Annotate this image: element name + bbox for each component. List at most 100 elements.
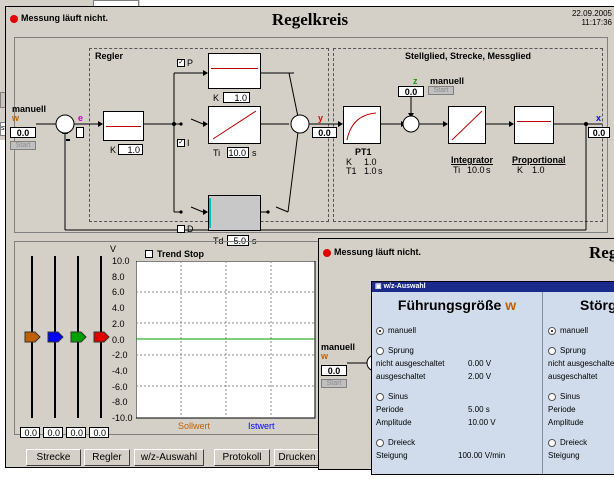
manuell-radio[interactable] [376,326,384,335]
col2-manuell-option[interactable]: manuell [548,324,614,337]
drucken-button[interactable]: Drucken [274,449,320,466]
y-symbol: y [318,113,324,123]
col1-heading: Führungsgröße [397,297,502,313]
slider-value-field[interactable]: 0.0 [89,427,109,438]
regler-k-field[interactable]: 1.0 [118,144,143,155]
p-checkbox[interactable]: ✓ [177,59,185,67]
wz-dialog-icon: ▣ [375,283,382,290]
col2-periode-row: Periode [548,405,576,414]
y-tick-label: 10.0 [112,256,130,266]
slider-value-field[interactable]: 0.0 [66,427,86,438]
p-k-field[interactable]: 1.0 [223,92,250,103]
i-block-graph [212,110,257,140]
e-value-field [76,127,84,138]
col2-manuell-radio[interactable] [548,326,556,335]
integrator-ti-value[interactable]: 10.0 [467,165,485,175]
col2-sinus-option[interactable]: Sinus [548,390,614,403]
col2-sinus-radio[interactable] [548,392,556,401]
z-input-mode-label: manuell [430,76,465,86]
proportional-k-value[interactable]: 1.0 [532,165,545,175]
i-ti-label: Ti [213,148,221,158]
col2: manuell Sprung nicht ausgeschalte ausges… [548,324,614,484]
proportional-block[interactable] [514,106,554,144]
y-tick-label: -10.0 [112,413,133,423]
trend-plot [136,261,316,419]
x-value-field: 0.0 [588,127,610,138]
regler-k-label: K [110,145,117,155]
sprung-nicht-value[interactable]: 0.00 V [468,357,491,370]
col2-dreieck-radio[interactable] [548,438,556,447]
y-value-field: 0.0 [312,127,337,138]
proportional-name: Proportional [512,155,566,165]
trend-stop-checkbox[interactable] [145,250,153,258]
col2-dreieck-option[interactable]: Dreieck [548,436,614,449]
v-axis-label: V [110,244,117,254]
integrator-ti-unit: s [486,165,491,175]
y-tick-label: 0.0 [112,334,125,345]
sprung-aus-row: ausgeschaltet 2.00 V [376,370,492,383]
col1: manuell Sprung nicht ausgeschaltet 0.00 V… [376,324,536,484]
i-block[interactable] [208,106,261,144]
slider-thumb[interactable] [24,331,41,343]
col2-nicht-row: nicht ausgeschalte [548,359,614,368]
regler-button[interactable]: Regler [84,449,130,466]
i-ti-field[interactable]: 10.0 [227,147,249,158]
wz-auswahl-button[interactable]: w/z-Auswahl [134,449,204,466]
integrator-name: Integrator [451,155,494,165]
sprung-aus-value[interactable]: 2.00 V [468,370,491,383]
manuell-option[interactable]: manuell [376,324,536,337]
sprung-option[interactable]: Sprung [376,344,536,357]
col2-sprung-option[interactable]: Sprung [548,344,614,357]
w-start-button[interactable]: Start [10,141,36,150]
d-checkbox[interactable] [177,225,185,233]
slider-group [24,256,110,418]
z-value-field[interactable]: 0.0 [398,86,424,97]
column-divider [542,292,543,474]
w-value-field[interactable]: 0.0 [10,127,36,138]
d-checkbox-label: D [187,224,194,234]
dreieck-option[interactable]: Dreieck [376,436,536,449]
slider-value-field[interactable]: 0.0 [20,427,40,438]
sinus-radio[interactable] [376,392,384,401]
steigung-value[interactable]: 100.00 V/min [458,449,505,462]
col2-amplitude-row: Amplitude [548,418,584,427]
periode-value[interactable]: 5.00 s [468,403,490,416]
i-checkbox[interactable]: ✓ [177,139,185,147]
wz-dialog-body: Führungsgröße w Störg manuell Sprung nic… [372,292,614,474]
pt1-block[interactable] [343,106,381,144]
slider-thumb[interactable] [93,331,110,343]
strecke-button[interactable]: Strecke [26,449,81,466]
y-tick-label: 4.0 [112,303,125,314]
slider-thumb[interactable] [47,331,64,343]
amplitude-value[interactable]: 10.00 V [468,416,496,429]
wz-dialog-titlebar: ▣ w/z-Auswahl [372,282,614,292]
proportional-k-label: K [517,165,524,175]
col2-sprung-radio[interactable] [548,346,556,355]
col2-aus-row: ausgeschaltet [548,372,598,381]
k-block-graph [106,126,141,127]
integrator-block[interactable] [448,106,486,144]
sprung-nicht-row: nicht ausgeschaltet 0.00 V [376,357,492,370]
d-block[interactable] [208,195,261,231]
proportional-block-graph [517,121,551,122]
sprung-radio[interactable] [376,346,384,355]
i-checkbox-label: I [187,138,190,148]
sinus-option[interactable]: Sinus [376,390,536,403]
pt1-t1-value[interactable]: 1.0 [364,166,377,176]
p-block[interactable] [208,53,261,89]
dreieck-radio[interactable] [376,438,384,447]
regler-k-block[interactable] [103,111,144,141]
slider-value-field[interactable]: 0.0 [43,427,63,438]
protokoll-button[interactable]: Protokoll [214,449,270,466]
w-symbol: w [12,113,20,123]
y-tick-label: 6.0 [112,287,125,298]
x-symbol: x [596,113,602,123]
pt1-name: PT1 [355,147,372,157]
pt1-t1-label: T1 [346,166,357,176]
col1-symbol: w [505,297,517,313]
z-start-button[interactable]: Start [428,86,454,95]
pt1-block-graph [346,112,377,141]
y-tick-label: 2.0 [112,318,125,329]
slider-thumb[interactable] [70,331,87,343]
amplitude-row: Amplitude 10.00 V [376,416,496,429]
